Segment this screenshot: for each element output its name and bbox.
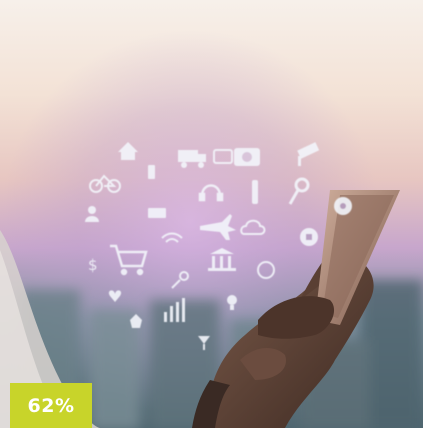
svg-text:$: $ — [88, 256, 98, 274]
phone-icon — [148, 165, 155, 179]
percentage-value: 62% — [27, 394, 75, 417]
bottle-icon — [252, 180, 258, 204]
gear-icon — [334, 197, 352, 215]
camera-icon — [234, 148, 260, 166]
dollar-icon: $ — [88, 256, 98, 274]
hand-with-smartphone-photo: $ — [0, 0, 423, 428]
percentage-badge: 62% — [10, 383, 92, 428]
lock-icon — [300, 228, 318, 246]
printer-icon — [148, 208, 166, 218]
image-frame: $ 62% — [0, 0, 423, 428]
